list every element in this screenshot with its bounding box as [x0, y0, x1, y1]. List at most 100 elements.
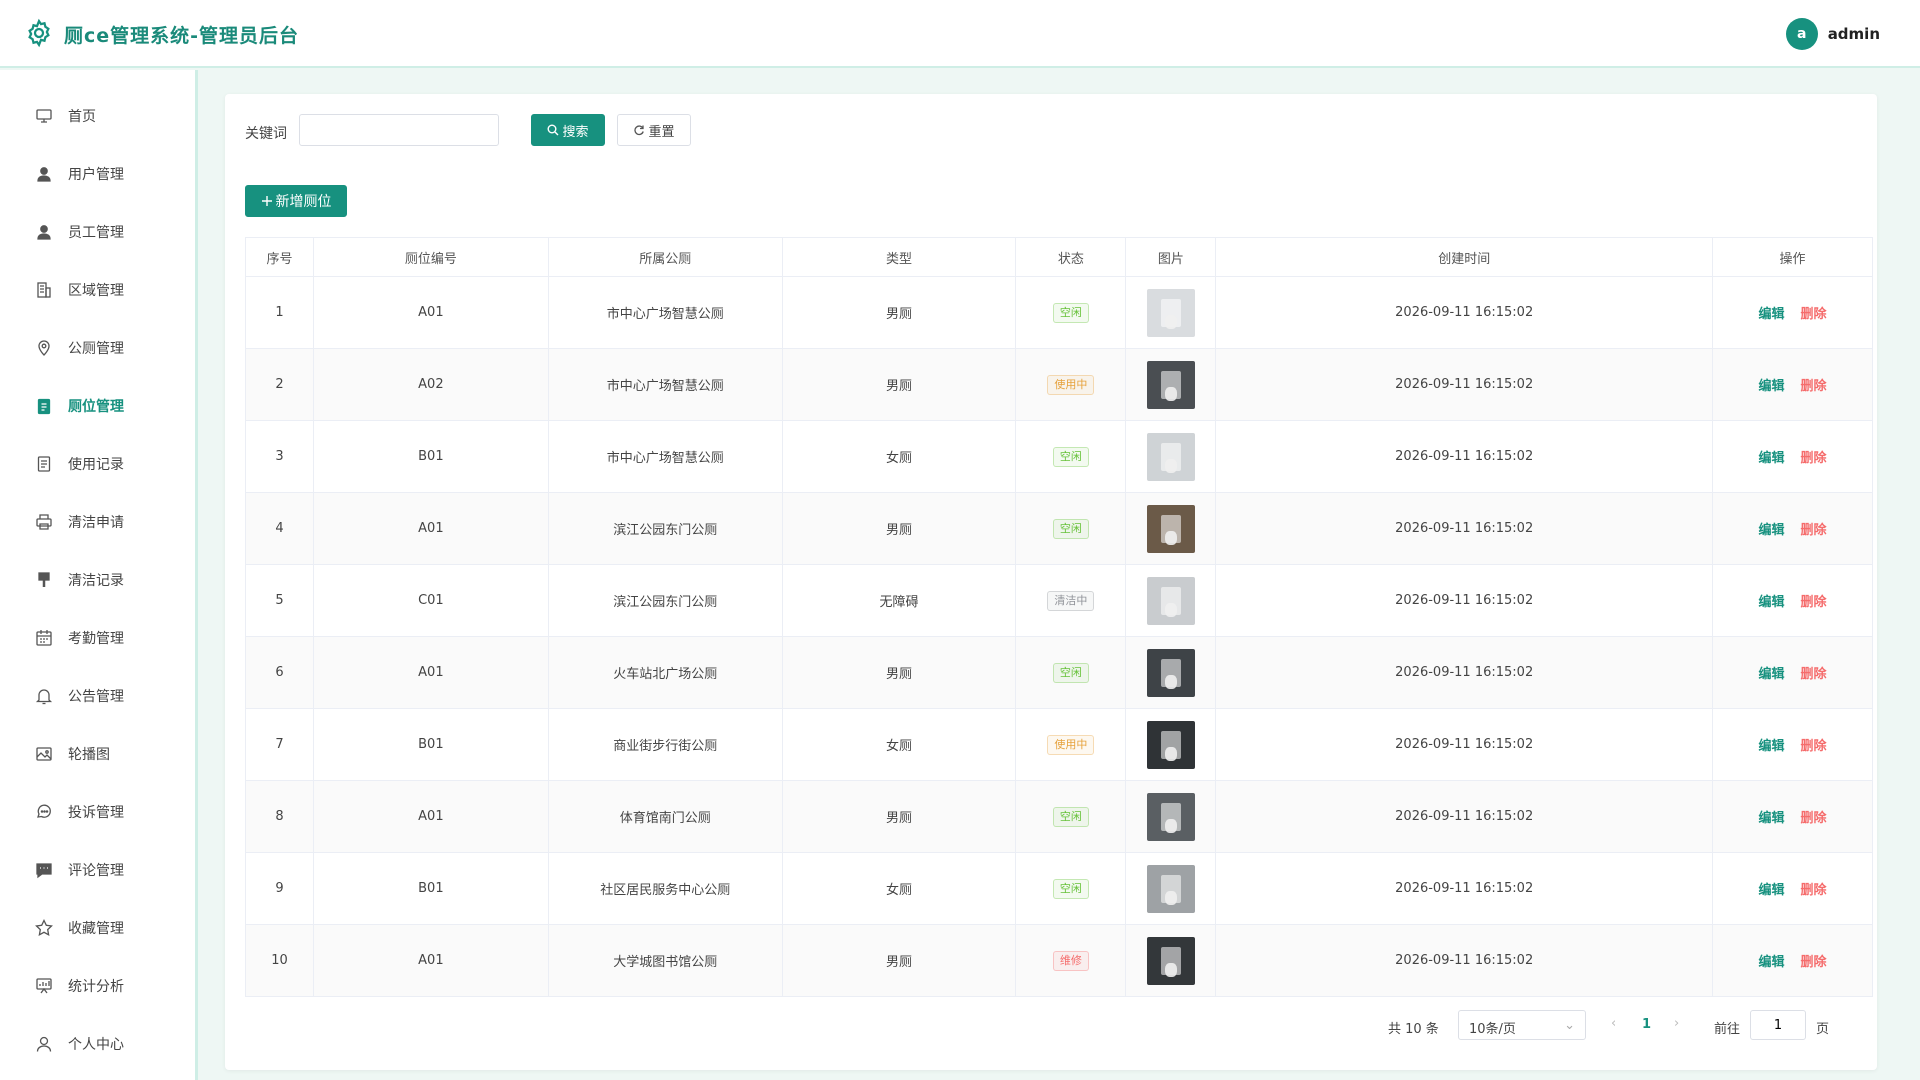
cell-type: 男厕 — [781, 348, 1017, 421]
page-size-select[interactable]: 10条/页 ⌄ — [1458, 1010, 1586, 1040]
gear-icon[interactable] — [24, 18, 54, 48]
stall-photo[interactable] — [1146, 360, 1195, 409]
cell-status: 清洁中 — [1015, 564, 1127, 637]
table-row: 7 B01 商业街步行街公厕 女厕 使用中 2026-09-11 16:15:02 编辑 删除 — [245, 708, 1873, 781]
chat-icon — [34, 802, 54, 822]
monitor-icon — [34, 106, 54, 126]
bell-icon — [34, 686, 54, 706]
stall-photo[interactable] — [1146, 504, 1195, 553]
sidebar-item-5[interactable]: 厕位管理 — [0, 386, 195, 426]
column-header: 图片 — [1125, 237, 1217, 277]
delete-link[interactable]: 删除 — [1801, 379, 1827, 394]
sidebar-item-4[interactable]: 公厕管理 — [0, 328, 195, 368]
delete-link[interactable]: 删除 — [1801, 955, 1827, 970]
edit-link[interactable]: 编辑 — [1759, 307, 1785, 322]
prev-page-icon[interactable]: ‹ — [1611, 1016, 1616, 1031]
delete-link[interactable]: 删除 — [1801, 523, 1827, 538]
cell-created-time: 2026-09-11 16:15:02 — [1215, 924, 1714, 997]
stall-photo[interactable] — [1146, 288, 1195, 337]
edit-link[interactable]: 编辑 — [1759, 379, 1785, 394]
delete-link[interactable]: 删除 — [1801, 739, 1827, 754]
stall-photo[interactable] — [1146, 864, 1195, 913]
column-header: 类型 — [781, 237, 1017, 277]
edit-link[interactable]: 编辑 — [1759, 667, 1785, 682]
status-badge: 空闲 — [1052, 662, 1089, 683]
pagination: 共 10 条 10条/页 ⌄ ‹ 1 › 前往 页 — [1177, 1010, 1877, 1040]
edit-link[interactable]: 编辑 — [1759, 883, 1785, 898]
cell-actions: 编辑 删除 — [1712, 636, 1873, 709]
sidebar-item-1[interactable]: 用户管理 — [0, 154, 195, 194]
delete-link[interactable]: 删除 — [1801, 667, 1827, 682]
stall-photo[interactable] — [1146, 576, 1195, 625]
edit-link[interactable]: 编辑 — [1759, 523, 1785, 538]
delete-link[interactable]: 删除 — [1801, 883, 1827, 898]
cell-stall-code: B01 — [312, 420, 549, 493]
sidebar-item-label: 轮播图 — [68, 747, 110, 763]
cell-status: 空闲 — [1015, 852, 1127, 925]
sidebar-item-16[interactable]: 个人中心 — [0, 1024, 195, 1064]
column-header: 状态 — [1015, 237, 1127, 277]
sidebar-item-11[interactable]: 轮播图 — [0, 734, 195, 774]
avatar[interactable]: a — [1785, 18, 1818, 50]
sidebar-item-label: 用户管理 — [68, 167, 124, 183]
add-stall-button[interactable]: 新增厕位 — [245, 185, 347, 217]
edit-link[interactable]: 编辑 — [1759, 739, 1785, 754]
stall-photo[interactable] — [1146, 648, 1195, 697]
stall-photo[interactable] — [1146, 936, 1195, 985]
edit-link[interactable]: 编辑 — [1759, 955, 1785, 970]
cell-toilet: 市中心广场智慧公厕 — [547, 348, 783, 421]
reset-button[interactable]: 重置 — [617, 114, 691, 146]
goto-label: 前往 — [1714, 1022, 1741, 1037]
sidebar-item-13[interactable]: 评论管理 — [0, 850, 195, 890]
page-size-value: 10条/页 — [1469, 1022, 1516, 1037]
edit-link[interactable]: 编辑 — [1759, 811, 1785, 826]
sidebar-item-label: 清洁记录 — [68, 573, 124, 589]
sidebar-item-8[interactable]: 清洁记录 — [0, 560, 195, 600]
username[interactable]: admin — [1828, 25, 1880, 43]
stall-photo[interactable] — [1146, 720, 1195, 769]
cell-status: 空闲 — [1015, 492, 1127, 565]
delete-link[interactable]: 删除 — [1801, 451, 1827, 466]
sidebar-item-15[interactable]: 统计分析 — [0, 966, 195, 1006]
sidebar-item-6[interactable]: 使用记录 — [0, 444, 195, 484]
sidebar-item-label: 个人中心 — [68, 1037, 124, 1053]
table-row: 1 A01 市中心广场智慧公厕 男厕 空闲 2026-09-11 16:15:02 编辑 删除 — [245, 276, 1873, 349]
star-icon — [34, 918, 54, 938]
sidebar-item-label: 统计分析 — [68, 979, 124, 995]
sidebar-item-9[interactable]: 考勤管理 — [0, 618, 195, 658]
cell-no: 7 — [245, 708, 314, 781]
sidebar-item-2[interactable]: 员工管理 — [0, 212, 195, 252]
top-header: 厕ce管理系统-管理员后台 a admin — [0, 0, 1920, 68]
building-icon — [34, 280, 54, 300]
plus-icon — [261, 195, 273, 207]
edit-link[interactable]: 编辑 — [1759, 451, 1785, 466]
sidebar-item-7[interactable]: 清洁申请 — [0, 502, 195, 542]
current-page[interactable]: 1 — [1642, 1017, 1651, 1032]
cell-actions: 编辑 删除 — [1712, 708, 1873, 781]
table-row: 9 B01 社区居民服务中心公厕 女厕 空闲 2026-09-11 16:15:02 编辑 删… — [245, 852, 1873, 925]
keyword-input[interactable] — [299, 114, 499, 146]
sidebar-item-10[interactable]: 公告管理 — [0, 676, 195, 716]
stall-photo[interactable] — [1146, 792, 1195, 841]
sidebar-item-14[interactable]: 收藏管理 — [0, 908, 195, 948]
sidebar-item-3[interactable]: 区域管理 — [0, 270, 195, 310]
status-badge: 使用中 — [1047, 374, 1095, 395]
goto-page-input[interactable] — [1750, 1010, 1806, 1040]
sidebar-item-12[interactable]: 投诉管理 — [0, 792, 195, 832]
edit-link[interactable]: 编辑 — [1759, 595, 1785, 610]
stall-photo[interactable] — [1146, 432, 1195, 481]
cell-image — [1125, 492, 1217, 565]
sidebar-item-label: 公告管理 — [68, 689, 124, 705]
document-icon — [34, 454, 54, 474]
search-button[interactable]: 搜索 — [531, 114, 605, 146]
cell-stall-code: A01 — [312, 276, 549, 349]
user-menu[interactable]: a admin — [1785, 18, 1880, 50]
delete-link[interactable]: 删除 — [1801, 811, 1827, 826]
next-page-icon[interactable]: › — [1674, 1016, 1679, 1031]
status-badge: 空闲 — [1052, 806, 1089, 827]
sidebar-item-0[interactable]: 首页 — [0, 96, 195, 136]
page-unit-label: 页 — [1816, 1022, 1830, 1037]
search-icon — [547, 124, 559, 136]
delete-link[interactable]: 删除 — [1801, 595, 1827, 610]
delete-link[interactable]: 删除 — [1801, 307, 1827, 322]
